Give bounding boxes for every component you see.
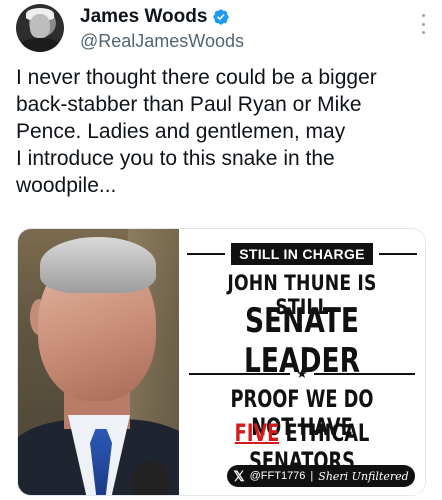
author-handle[interactable]: @RealJamesWoods (80, 31, 244, 52)
x-logo-icon: 𝕏 (233, 467, 245, 484)
credit-separator: | (310, 470, 314, 482)
verified-badge-icon (213, 9, 230, 25)
meme-text-panel: STILL IN CHARGE JOHN THUNE IS STILL SENA… (179, 229, 425, 495)
more-options-icon[interactable] (420, 14, 426, 34)
tweet-text: I never thought there could be a bigger … (16, 66, 377, 197)
avatar[interactable] (16, 4, 64, 52)
star-divider: ★ (189, 366, 415, 381)
author-name[interactable]: James Woods (80, 6, 207, 28)
badge-row: STILL IN CHARGE (187, 243, 418, 265)
star-icon: ★ (296, 366, 308, 381)
author-name-row[interactable]: James Woods (80, 6, 230, 28)
tweet-header: James Woods @RealJamesWoods (16, 4, 426, 56)
still-in-charge-badge: STILL IN CHARGE (231, 243, 373, 265)
tweet-media-image[interactable]: STILL IN CHARGE JOHN THUNE IS STILL SENA… (17, 228, 426, 496)
senator-photo (18, 229, 179, 495)
credit-handle: @FFT1776 (249, 470, 306, 482)
credit-pill: 𝕏 @FFT1776 | Sheri Unfiltered (227, 465, 415, 487)
credit-signature: Sheri Unfiltered (318, 469, 409, 483)
five-highlight: FIVE (234, 419, 280, 447)
